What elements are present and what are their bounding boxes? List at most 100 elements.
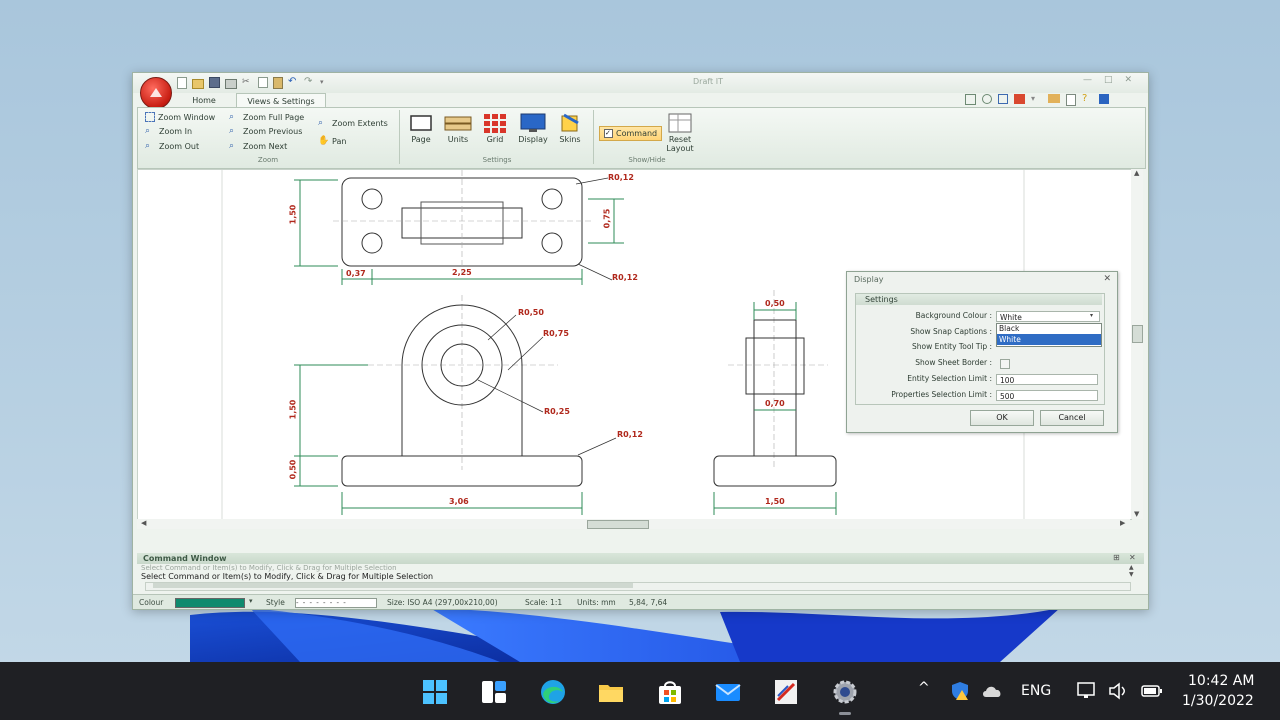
customize-qat-icon[interactable]: ▾ xyxy=(320,77,331,88)
redo-icon[interactable]: ↷ xyxy=(304,77,315,88)
battery-icon[interactable] xyxy=(1141,684,1163,698)
zoom-extents-button[interactable]: ⌕ Zoom Extents xyxy=(318,118,388,129)
snap-icon[interactable] xyxy=(965,94,976,105)
cut-icon[interactable]: ✂ xyxy=(242,77,253,88)
selection-limit-label: Entity Selection Limit : xyxy=(907,374,992,383)
maximize-icon[interactable]: □ xyxy=(1104,75,1113,85)
app-menu-button[interactable] xyxy=(140,77,172,109)
zoom-previous-label: Zoom Previous xyxy=(243,127,303,136)
units-button[interactable]: Units xyxy=(442,113,474,144)
settings-icon[interactable] xyxy=(831,678,859,706)
command-toggle-button[interactable]: ✓ Command xyxy=(599,126,663,141)
pin-icon[interactable]: ⊞ xyxy=(1113,553,1120,562)
language-indicator[interactable]: ENG xyxy=(1021,683,1051,699)
sheet-border-label: Show Sheet Border : xyxy=(915,358,992,367)
security-warning-icon[interactable] xyxy=(950,681,970,701)
pan-button[interactable]: ✋ Pan xyxy=(318,136,346,147)
grid-button[interactable]: Grid xyxy=(479,113,511,144)
clock-date[interactable]: 1/30/2022 xyxy=(1182,693,1254,709)
file-explorer-icon[interactable] xyxy=(597,678,625,706)
microsoft-store-icon[interactable] xyxy=(656,678,684,706)
new-icon[interactable] xyxy=(177,77,187,89)
display-button[interactable]: Display xyxy=(517,113,549,144)
dropdown-option-black[interactable]: Black xyxy=(997,324,1101,334)
vertical-scroll-thumb[interactable] xyxy=(1132,325,1143,343)
scroll-down-icon[interactable]: ▼ xyxy=(1134,510,1139,518)
copy-icon[interactable] xyxy=(258,77,268,88)
undo-icon[interactable]: ↶ xyxy=(288,77,299,88)
command-window-header xyxy=(137,553,1144,564)
command-scroll-thumb[interactable] xyxy=(153,583,633,588)
grid-icon xyxy=(484,114,506,133)
dialog-close-icon[interactable]: ✕ xyxy=(1103,274,1111,284)
window-controls: — □ ✕ xyxy=(1083,75,1132,85)
sheet-border-checkbox[interactable] xyxy=(1000,359,1010,369)
size-readout: Size: ISO A4 (297,00x210,00) xyxy=(387,598,498,607)
network-icon[interactable] xyxy=(1077,681,1099,701)
minimize-icon[interactable]: — xyxy=(1083,75,1092,85)
zoom-full-page-button[interactable]: ⌕ Zoom Full Page xyxy=(229,112,304,123)
command-current-line[interactable]: Select Command or Item(s) to Modify, Cli… xyxy=(141,572,433,581)
scale-readout: Scale: 1:1 xyxy=(525,598,563,607)
zoom-out-button[interactable]: ⌕ Zoom Out xyxy=(145,141,199,152)
dim-label: R0,12 xyxy=(608,173,634,182)
chevron-down-icon[interactable]: ▾ xyxy=(1090,312,1093,319)
command-history-line: Select Command or Item(s) to Modify, Cli… xyxy=(141,564,397,572)
mail-icon[interactable] xyxy=(714,678,742,706)
colour-swatch[interactable] xyxy=(175,598,245,608)
status-bar: Colour ▾ Style - - - - - - - - Size: ISO… xyxy=(133,594,1148,609)
command-scroll-icon[interactable]: ▲ ▼ xyxy=(1129,564,1134,578)
onedrive-cloud-icon[interactable] xyxy=(981,684,1003,698)
zoom-window-button[interactable]: Zoom Window xyxy=(145,112,215,122)
volume-icon[interactable] xyxy=(1108,682,1130,700)
coordinates-readout: 5,84, 7,64 xyxy=(629,598,668,607)
background-colour-select[interactable]: White xyxy=(996,311,1100,322)
close-icon[interactable]: ✕ xyxy=(1125,75,1133,85)
open-folder-icon[interactable] xyxy=(192,79,204,89)
ok-button[interactable]: OK xyxy=(970,410,1034,426)
zoom-in-button[interactable]: ⌕ Zoom In xyxy=(145,126,192,137)
skins-button[interactable]: Skins xyxy=(554,113,586,144)
show-hidden-icons-chevron-icon[interactable]: ^ xyxy=(918,680,930,696)
widgets-icon[interactable] xyxy=(480,678,508,706)
help-icon[interactable]: ? xyxy=(1082,94,1093,105)
scroll-up-icon[interactable]: ▲ xyxy=(1134,169,1139,177)
print-icon[interactable] xyxy=(225,79,237,89)
cancel-button[interactable]: Cancel xyxy=(1040,410,1104,426)
tab-home[interactable]: Home xyxy=(179,93,229,107)
zoom-tool-icon[interactable] xyxy=(998,94,1008,104)
clock-time[interactable]: 10:42 AM xyxy=(1188,673,1254,689)
layers-icon[interactable] xyxy=(1048,94,1060,103)
dropdown-option-white[interactable]: White xyxy=(997,334,1101,345)
info-icon[interactable] xyxy=(1099,94,1109,104)
zoom-next-button[interactable]: ⌕ Zoom Next xyxy=(229,141,287,152)
dim-label: R0,12 xyxy=(617,430,643,439)
labels-column: Background Colour : Show Snap Captions :… xyxy=(847,272,992,432)
reset-layout-button[interactable]: Reset Layout xyxy=(663,113,697,153)
properties-limit-input[interactable]: 500 xyxy=(996,390,1098,401)
windows-start-icon[interactable] xyxy=(421,678,449,706)
edge-browser-icon[interactable] xyxy=(539,678,567,706)
scroll-left-icon[interactable]: ◀ xyxy=(141,519,146,527)
save-icon[interactable] xyxy=(209,77,220,88)
draft-it-app-icon[interactable] xyxy=(772,678,800,706)
document-icon[interactable] xyxy=(1066,94,1076,106)
properties-icon[interactable]: ▾ xyxy=(1031,94,1042,105)
horizontal-scroll-thumb[interactable] xyxy=(587,520,649,529)
dim-label: 0,37 xyxy=(346,269,366,278)
zoom-previous-button[interactable]: ⌕ Zoom Previous xyxy=(229,126,302,137)
selection-limit-input[interactable]: 100 xyxy=(996,374,1098,385)
page-button[interactable]: Page xyxy=(405,113,437,144)
showhide-group-label: Show/Hide xyxy=(628,156,666,164)
scroll-right-icon[interactable]: ▶ xyxy=(1120,519,1125,527)
colour-dropdown-icon[interactable]: ▾ xyxy=(249,597,253,605)
command-close-icon[interactable]: ✕ xyxy=(1129,553,1136,562)
grid-red-icon[interactable] xyxy=(1014,94,1025,104)
vertical-scrollbar[interactable] xyxy=(1131,169,1143,519)
reset-layout-icon xyxy=(668,113,692,133)
find-icon[interactable] xyxy=(982,94,992,104)
properties-limit-label: Properties Selection Limit : xyxy=(891,390,992,399)
tab-views-settings[interactable]: Views & Settings xyxy=(236,93,326,108)
paste-icon[interactable] xyxy=(273,77,283,89)
line-style-select[interactable]: - - - - - - - - xyxy=(295,598,377,608)
